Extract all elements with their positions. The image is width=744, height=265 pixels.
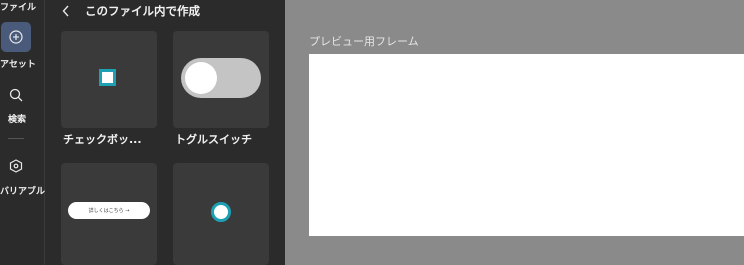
rail-file-label[interactable]: ファイル [0,0,36,13]
rail-assets-label: アセット [0,60,36,70]
button-preview: 詳しくはこちら → [68,202,150,219]
assets-panel: このファイル内で作成 チェックボッ... トグルスイッチ 詳しくはこちら → [45,0,285,265]
hexagon-icon [9,159,23,173]
asset-card-label: トグルスイッチ [175,133,252,146]
variables-button[interactable] [1,151,31,181]
rail-variables-label: バリアブル [0,187,46,197]
panel-title: このファイル内で作成 [85,4,200,18]
search-icon [9,88,23,102]
asset-card-button[interactable]: 詳しくはこちら → [61,163,157,265]
rail-divider [8,138,24,139]
back-chevron-icon[interactable] [59,4,73,18]
left-rail: ファイル アセット 検索 バリアブル [0,0,45,265]
toggle-preview [181,58,261,98]
asset-card-radio[interactable] [173,163,269,265]
frame-label[interactable]: プレビュー用フレーム [309,33,419,49]
toggle-knob [185,62,217,94]
add-circle-icon [9,30,23,44]
asset-card-checkbox[interactable] [61,31,157,128]
radio-preview [211,202,231,222]
search-button[interactable] [1,80,31,110]
asset-card-toggle[interactable] [173,31,269,128]
asset-card-label: チェックボッ... [63,133,142,146]
rail-search-label: 検索 [7,115,26,125]
checkbox-preview [99,69,116,86]
preview-frame[interactable] [309,54,744,236]
assets-button[interactable] [1,22,31,52]
